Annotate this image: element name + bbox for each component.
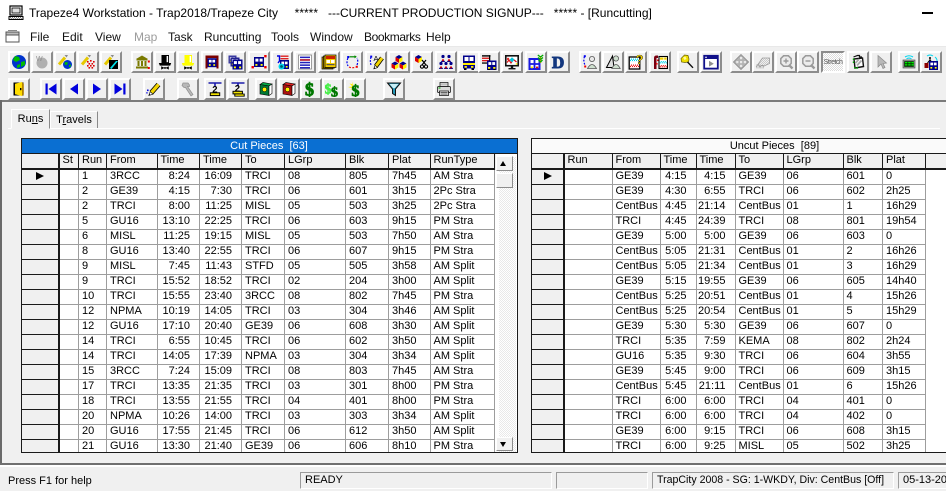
- svg-text:$: $: [305, 81, 314, 97]
- svg-text:?: ?: [636, 54, 644, 67]
- svg-text:D: D: [552, 54, 564, 70]
- svg-text:$: $: [331, 86, 338, 98]
- svg-text:W: W: [36, 56, 43, 63]
- svg-text:$: $: [352, 83, 360, 97]
